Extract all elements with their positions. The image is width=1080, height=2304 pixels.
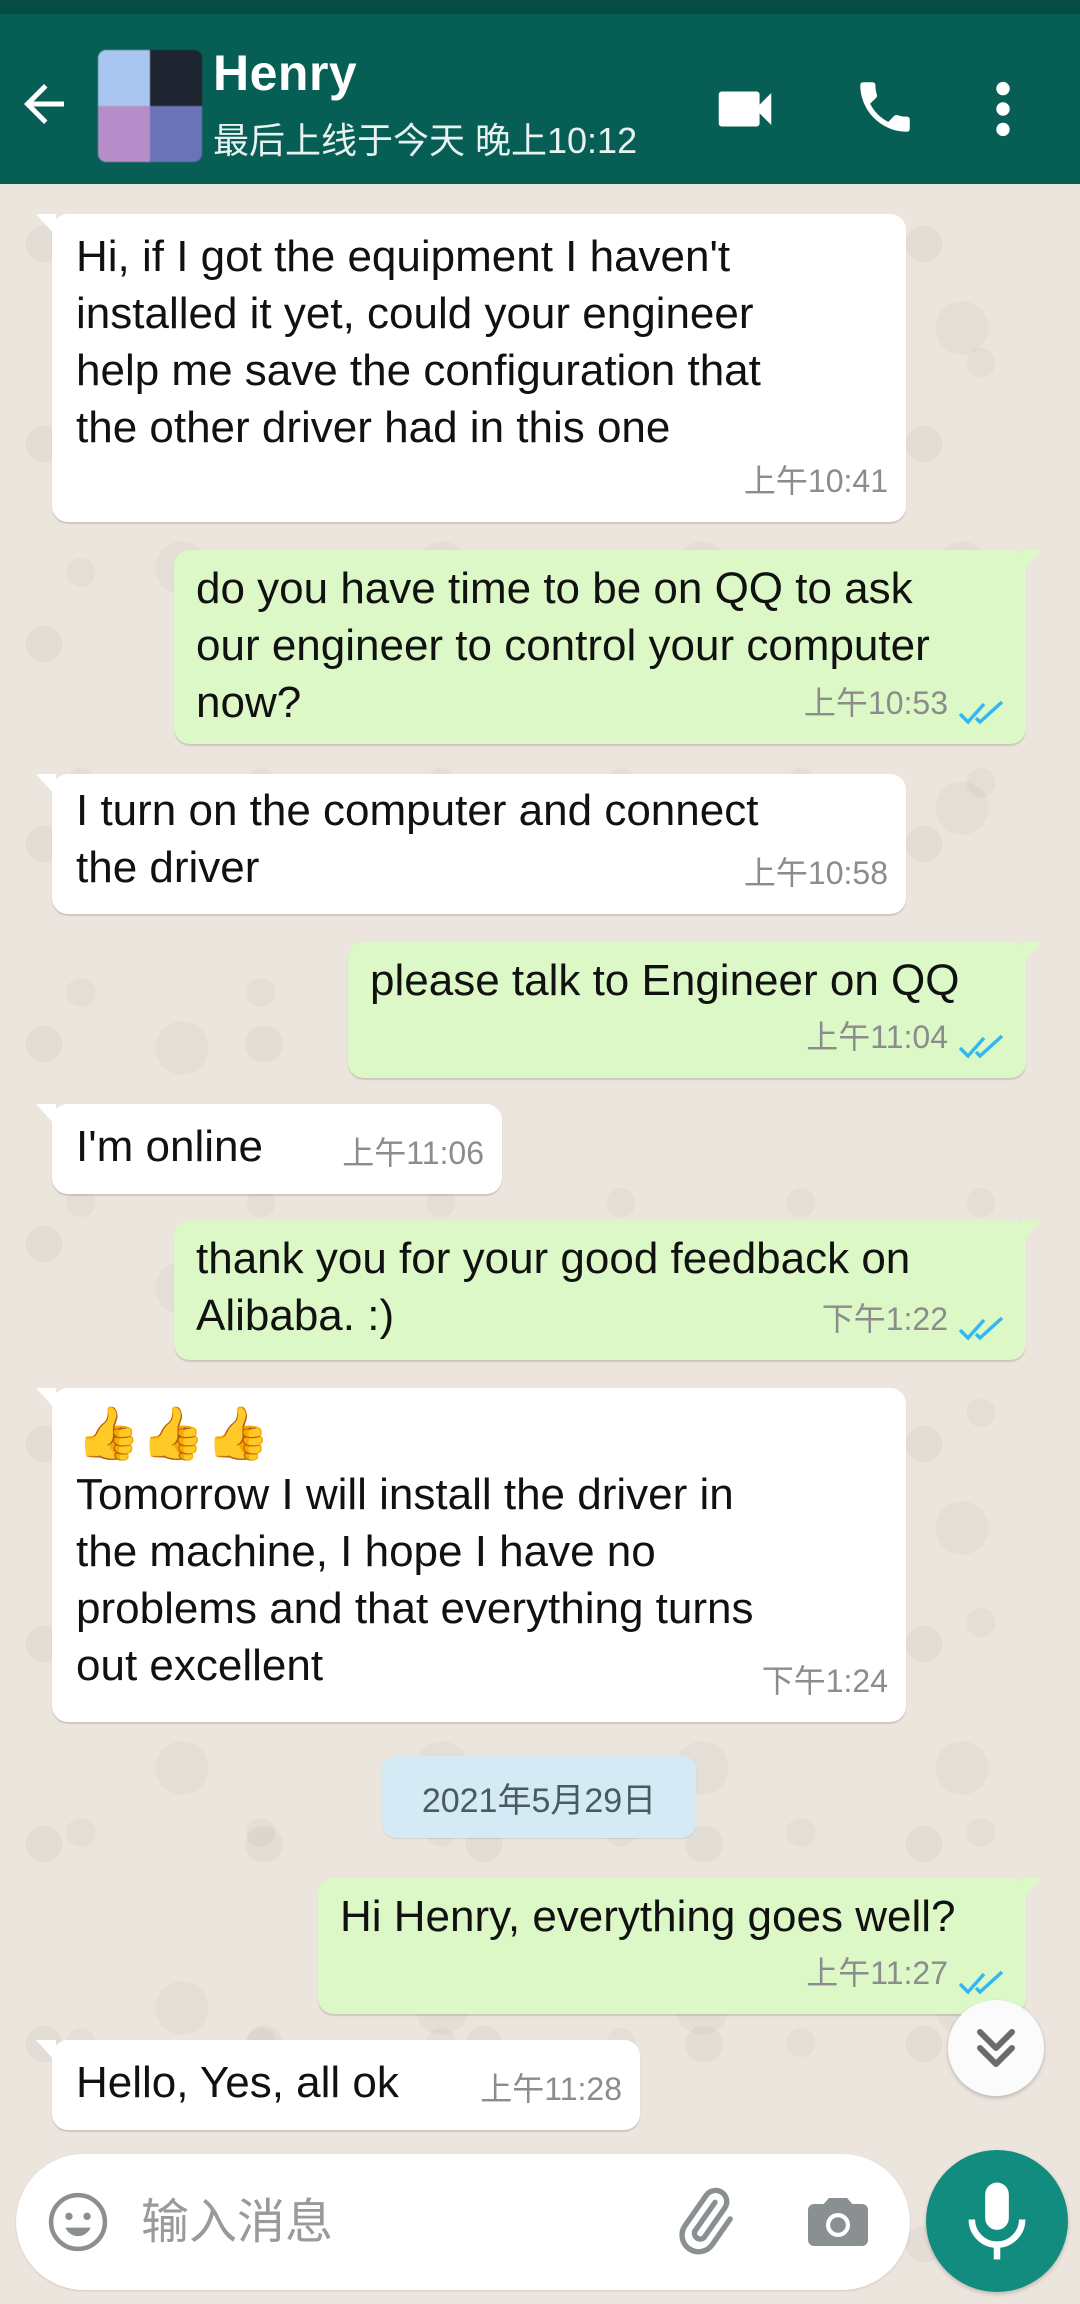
message-time: 上午10:41 xyxy=(743,463,888,499)
contact-name[interactable]: Henry xyxy=(213,44,357,102)
bubble-tail xyxy=(36,2040,56,2062)
message-emoji: 👍👍👍 xyxy=(76,1404,271,1464)
voice-call-button[interactable] xyxy=(852,74,922,144)
message-time: 上午11:27 xyxy=(806,1955,948,1991)
message-text-line: Alibaba. :) xyxy=(196,1291,395,1340)
message-outgoing[interactable]: please talk to Engineer on QQ 上午11:04 xyxy=(348,942,1042,1078)
message-input[interactable] xyxy=(141,2184,661,2260)
more-options-button[interactable] xyxy=(980,74,1026,144)
message-text-line: please talk to Engineer on QQ xyxy=(370,956,960,1005)
status-strip xyxy=(0,0,1080,14)
message-time: 上午10:58 xyxy=(743,855,888,891)
chat-header: Henry 最后上线于今天 晚上10:12 xyxy=(0,14,1080,184)
message-time: 上午11:28 xyxy=(480,2071,622,2107)
double-check-icon xyxy=(958,1970,1004,1995)
message-time: 上午10:53 xyxy=(803,685,948,721)
attach-icon xyxy=(679,2187,733,2255)
message-text-line: do you have time to be on QQ to ask xyxy=(196,564,913,613)
camera-icon xyxy=(808,2198,868,2246)
message-incoming[interactable]: Hi, if I got the equipment I haven't ins… xyxy=(36,214,906,522)
double-check-icon xyxy=(958,1034,1004,1059)
emoji-button[interactable] xyxy=(44,2188,112,2256)
message-text-line: the driver xyxy=(76,843,260,892)
message-time: 上午11:06 xyxy=(342,1135,484,1171)
double-check-icon xyxy=(958,1316,1004,1341)
mic-icon xyxy=(968,2182,1026,2260)
more-vert-icon xyxy=(996,81,1010,137)
camera-button[interactable] xyxy=(802,2186,874,2258)
message-text-line: help me save the configuration that xyxy=(76,346,761,395)
message-text-line: Hi Henry, everything goes well? xyxy=(340,1892,956,1941)
bubble-tail xyxy=(36,1388,56,1410)
message-text-line: Hello, Yes, all ok xyxy=(76,2058,399,2107)
video-call-icon xyxy=(718,91,772,127)
bubble-tail xyxy=(1022,942,1042,964)
message-time: 下午1:24 xyxy=(761,1663,888,1699)
bubble-tail xyxy=(1022,1878,1042,1900)
message-text-line: our engineer to control your computer xyxy=(196,621,930,670)
message-incoming[interactable]: 👍👍👍 Tomorrow I will install the driver i… xyxy=(36,1388,906,1722)
bubble-tail xyxy=(1022,550,1042,572)
last-seen-status: 最后上线于今天 晚上10:12 xyxy=(213,120,638,161)
emoji-icon xyxy=(48,2192,108,2252)
message-incoming[interactable]: Hello, Yes, all ok 上午11:28 xyxy=(36,2040,640,2130)
double-check-icon xyxy=(958,700,1004,725)
message-composer xyxy=(16,2154,910,2290)
message-time: 下午1:22 xyxy=(821,1301,948,1337)
message-text-line: out excellent xyxy=(76,1641,324,1690)
message-text-line: Tomorrow I will install the driver in xyxy=(76,1470,734,1519)
message-outgoing[interactable]: do you have time to be on QQ to ask our … xyxy=(174,550,1042,744)
message-text-line: Hi, if I got the equipment I haven't xyxy=(76,232,731,281)
bubble-tail xyxy=(36,1104,56,1126)
message-text-line: the machine, I hope I have no xyxy=(76,1527,656,1576)
message-text-line: installed it yet, could your engineer xyxy=(76,289,754,338)
message-time: 上午11:04 xyxy=(806,1019,948,1055)
message-text-line: thank you for your good feedback on xyxy=(196,1234,911,1283)
phone-icon xyxy=(860,82,910,132)
date-divider: 2021年5月29日 xyxy=(382,1756,696,1838)
video-call-button[interactable] xyxy=(710,74,780,144)
message-incoming[interactable]: I'm online 上午11:06 xyxy=(36,1104,502,1194)
bubble-tail xyxy=(36,214,56,236)
back-button[interactable] xyxy=(14,74,74,134)
bubble-tail xyxy=(1022,1220,1042,1242)
double-chevron-down-icon xyxy=(977,2029,1015,2067)
avatar[interactable] xyxy=(98,50,202,162)
back-arrow-icon xyxy=(24,84,64,124)
message-outgoing[interactable]: thank you for your good feedback on Alib… xyxy=(174,1220,1042,1360)
scroll-to-bottom-button[interactable] xyxy=(948,2000,1044,2096)
message-text-line: problems and that everything turns xyxy=(76,1584,754,1633)
message-text-line: I turn on the computer and connect xyxy=(76,786,759,835)
bubble-tail xyxy=(36,774,56,796)
voice-message-button[interactable] xyxy=(926,2150,1068,2292)
attach-button[interactable] xyxy=(666,2184,742,2260)
message-outgoing[interactable]: Hi Henry, everything goes well? 上午11:27 xyxy=(318,1878,1042,2014)
message-text-line: the other driver had in this one xyxy=(76,403,671,452)
message-incoming[interactable]: I turn on the computer and connect the d… xyxy=(36,774,906,914)
message-text-line: I'm online xyxy=(76,1122,263,1171)
